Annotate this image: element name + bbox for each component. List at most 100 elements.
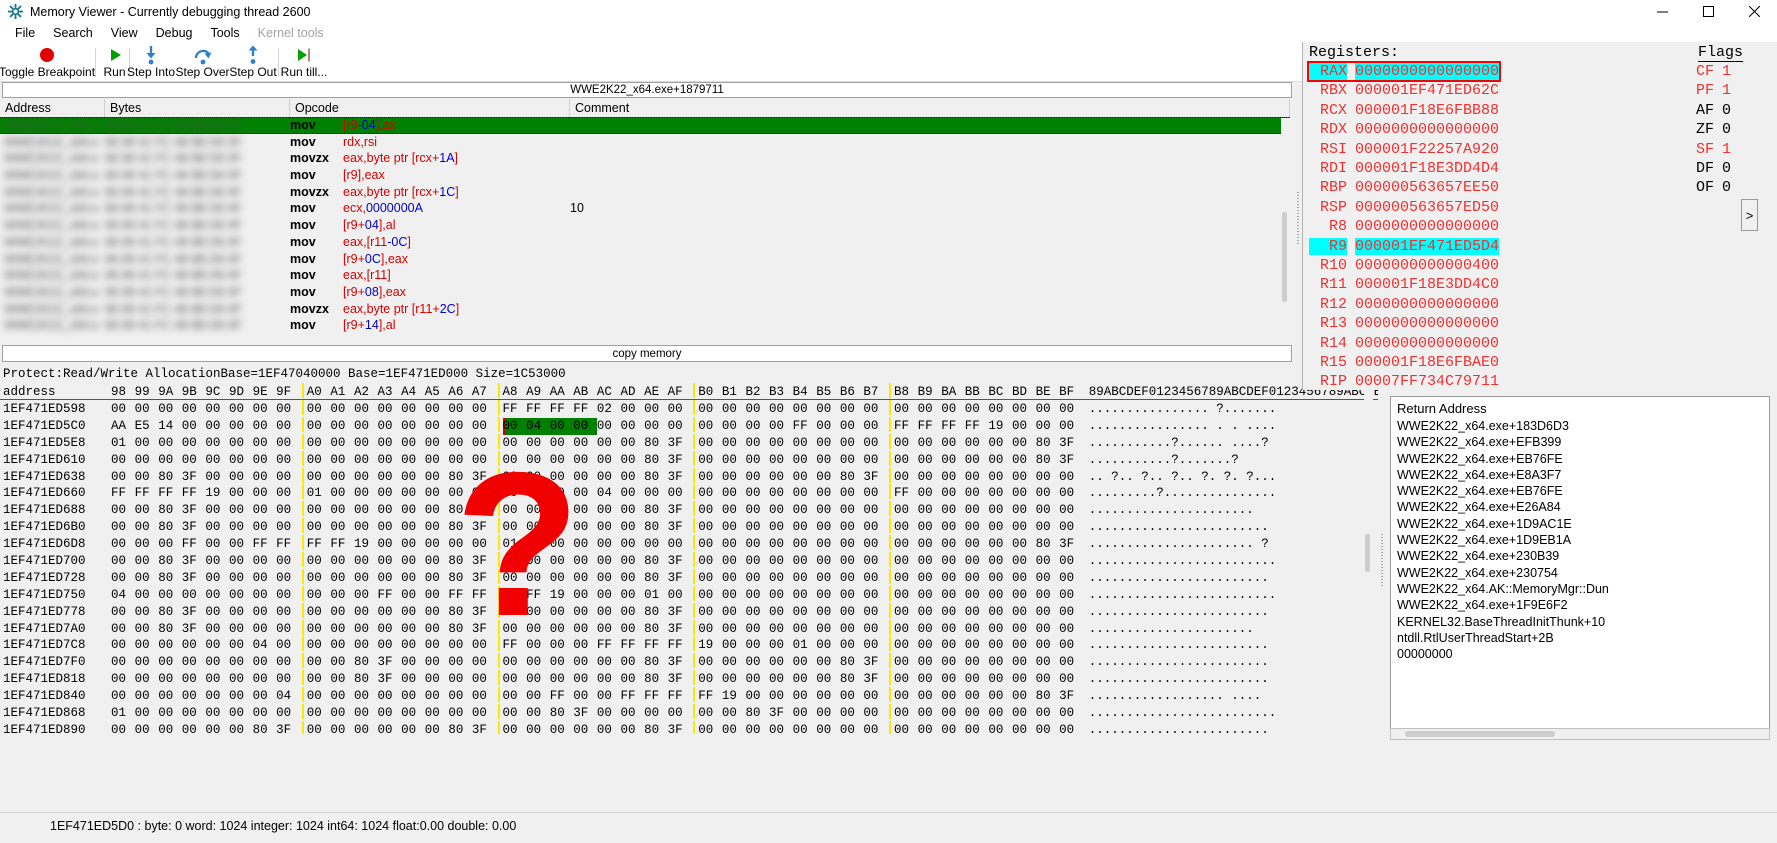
hex-byte-cell[interactable]: 00 xyxy=(620,671,644,688)
hex-byte-cell[interactable]: 00 xyxy=(965,469,989,486)
hex-byte-cell[interactable]: 00 xyxy=(573,604,597,621)
hex-byte-cell[interactable]: 00 xyxy=(573,435,597,452)
hex-byte-cell[interactable]: 00 xyxy=(620,418,644,435)
hex-byte-cell[interactable]: 00 xyxy=(722,705,746,722)
hex-byte-cell[interactable]: 3F xyxy=(472,604,496,621)
hex-byte-cell[interactable]: 80 xyxy=(644,671,668,688)
hex-byte-cell[interactable]: 00 xyxy=(229,637,253,654)
hex-byte-cell[interactable]: 80 xyxy=(644,452,668,469)
hex-byte-cell[interactable]: 00 xyxy=(918,587,942,604)
hex-byte-cell[interactable]: 00 xyxy=(111,452,135,469)
hex-byte-cell[interactable]: 00 xyxy=(918,722,942,734)
hex-byte-cell[interactable]: 00 xyxy=(111,570,135,587)
hex-byte-cell[interactable]: 3F xyxy=(1059,536,1083,553)
hex-byte-cell[interactable]: 00 xyxy=(573,570,597,587)
disassembler-row[interactable]: WWE2K22_x64.exe+18797D66 89 41 FC 48 8B … xyxy=(0,150,1290,167)
hex-byte-cell[interactable]: 00 xyxy=(307,435,331,452)
hex-byte-cell[interactable]: 00 xyxy=(276,671,300,688)
hex-byte-cell[interactable]: 00 xyxy=(620,654,644,671)
hex-byte-cell[interactable]: 00 xyxy=(894,722,918,734)
hex-byte-cell[interactable]: 00 xyxy=(745,418,769,435)
hex-byte-cell[interactable]: 3F xyxy=(182,469,206,486)
hex-byte-cell[interactable]: 00 xyxy=(354,604,378,621)
hex-byte-cell[interactable]: 00 xyxy=(745,553,769,570)
hex-byte-cell[interactable]: 00 xyxy=(573,654,597,671)
hex-byte-cell[interactable]: 00 xyxy=(918,553,942,570)
hex-byte-cell[interactable]: 00 xyxy=(816,722,840,734)
hex-byte-cell[interactable]: 00 xyxy=(307,587,331,604)
hex-byte-cell[interactable]: 00 xyxy=(378,418,402,435)
hex-byte-cell[interactable]: 00 xyxy=(988,469,1012,486)
hex-byte-cell[interactable]: 00 xyxy=(965,570,989,587)
hex-byte-cell[interactable]: 00 xyxy=(620,587,644,604)
hex-byte-cell[interactable]: 00 xyxy=(503,452,527,469)
hex-byte-cell[interactable]: 00 xyxy=(698,654,722,671)
hex-byte-cell[interactable]: 00 xyxy=(965,502,989,519)
hex-byte-cell[interactable]: 00 xyxy=(472,688,496,705)
hex-byte-cell[interactable]: 3F xyxy=(472,722,496,734)
hex-byte-cell[interactable]: 00 xyxy=(448,688,472,705)
hex-byte-cell[interactable]: 3F xyxy=(182,604,206,621)
hex-byte-cell[interactable]: 00 xyxy=(894,536,918,553)
hex-byte-cell[interactable]: 00 xyxy=(698,469,722,486)
hex-byte-cell[interactable]: 00 xyxy=(988,452,1012,469)
register-row-rbx[interactable]: RBX000001EF471ED62C xyxy=(1309,82,1499,99)
hex-byte-cell[interactable]: 00 xyxy=(253,553,277,570)
hex-byte-cell[interactable]: 00 xyxy=(918,469,942,486)
hex-byte-cell[interactable]: 00 xyxy=(745,654,769,671)
hex-byte-cell[interactable]: 80 xyxy=(644,469,668,486)
hex-byte-cell[interactable]: 19 xyxy=(205,485,229,502)
hex-byte-cell[interactable]: 00 xyxy=(840,553,864,570)
hex-byte-cell[interactable]: FF xyxy=(894,485,918,502)
hex-byte-cell[interactable]: 00 xyxy=(503,519,527,536)
hex-byte-cell[interactable]: 00 xyxy=(698,621,722,638)
hex-byte-cell[interactable]: 00 xyxy=(769,418,793,435)
hex-byte-cell[interactable]: 3F xyxy=(472,570,496,587)
hex-byte-cell[interactable]: 00 xyxy=(253,587,277,604)
hex-byte-cell[interactable]: 00 xyxy=(894,705,918,722)
hex-byte-cell[interactable]: 00 xyxy=(769,654,793,671)
hex-byte-cell[interactable]: 00 xyxy=(1059,502,1083,519)
hex-byte-cell[interactable]: 80 xyxy=(1036,435,1060,452)
hex-byte-cell[interactable]: 00 xyxy=(620,502,644,519)
hex-byte-cell[interactable]: 00 xyxy=(135,688,159,705)
hex-byte-cell[interactable]: 00 xyxy=(918,519,942,536)
hex-byte-cell[interactable]: 00 xyxy=(401,469,425,486)
hex-byte-cell[interactable]: 00 xyxy=(354,722,378,734)
hex-byte-cell[interactable]: 00 xyxy=(1036,570,1060,587)
hex-byte-cell[interactable]: 00 xyxy=(205,587,229,604)
hex-byte-cell[interactable]: 00 xyxy=(1012,553,1036,570)
hex-byte-cell[interactable]: 3F xyxy=(668,570,692,587)
hex-byte-cell[interactable]: 3F xyxy=(182,502,206,519)
hex-byte-cell[interactable]: 80 xyxy=(644,621,668,638)
hex-byte-cell[interactable]: 00 xyxy=(550,637,574,654)
hex-byte-cell[interactable]: FF xyxy=(330,536,354,553)
hex-byte-cell[interactable]: 00 xyxy=(573,485,597,502)
hex-byte-cell[interactable]: 00 xyxy=(330,604,354,621)
disassembler-row[interactable]: WWE2K22_x64.exe+187971366 89 41 FC 48 8B… xyxy=(0,251,1290,268)
hex-byte-cell[interactable]: FF xyxy=(111,485,135,502)
hex-byte-cell[interactable]: 00 xyxy=(597,722,621,734)
hex-byte-cell[interactable]: 00 xyxy=(1059,654,1083,671)
hex-byte-cell[interactable]: 00 xyxy=(918,502,942,519)
hex-byte-cell[interactable]: 80 xyxy=(1036,688,1060,705)
hex-byte-cell[interactable]: FF xyxy=(941,418,965,435)
hex-byte-cell[interactable]: 00 xyxy=(253,469,277,486)
hex-byte-cell[interactable]: FF xyxy=(182,536,206,553)
hex-byte-cell[interactable]: 00 xyxy=(573,502,597,519)
hex-byte-cell[interactable]: 00 xyxy=(1012,621,1036,638)
hex-byte-cell[interactable]: 00 xyxy=(330,418,354,435)
hex-byte-cell[interactable]: 00 xyxy=(745,401,769,418)
hex-byte-cell[interactable]: 00 xyxy=(472,418,496,435)
hex-byte-cell[interactable]: 00 xyxy=(378,705,402,722)
hex-byte-cell[interactable]: 00 xyxy=(793,621,817,638)
hex-byte-cell[interactable]: 00 xyxy=(597,519,621,536)
hex-byte-cell[interactable]: 00 xyxy=(229,671,253,688)
hex-byte-cell[interactable]: 00 xyxy=(229,604,253,621)
hex-byte-cell[interactable]: 00 xyxy=(425,722,449,734)
hex-byte-cell[interactable]: 00 xyxy=(793,705,817,722)
hex-byte-cell[interactable]: 01 xyxy=(111,705,135,722)
hex-byte-cell[interactable]: 80 xyxy=(158,519,182,536)
hex-byte-cell[interactable]: 00 xyxy=(1036,587,1060,604)
hex-byte-cell[interactable]: 3F xyxy=(668,722,692,734)
